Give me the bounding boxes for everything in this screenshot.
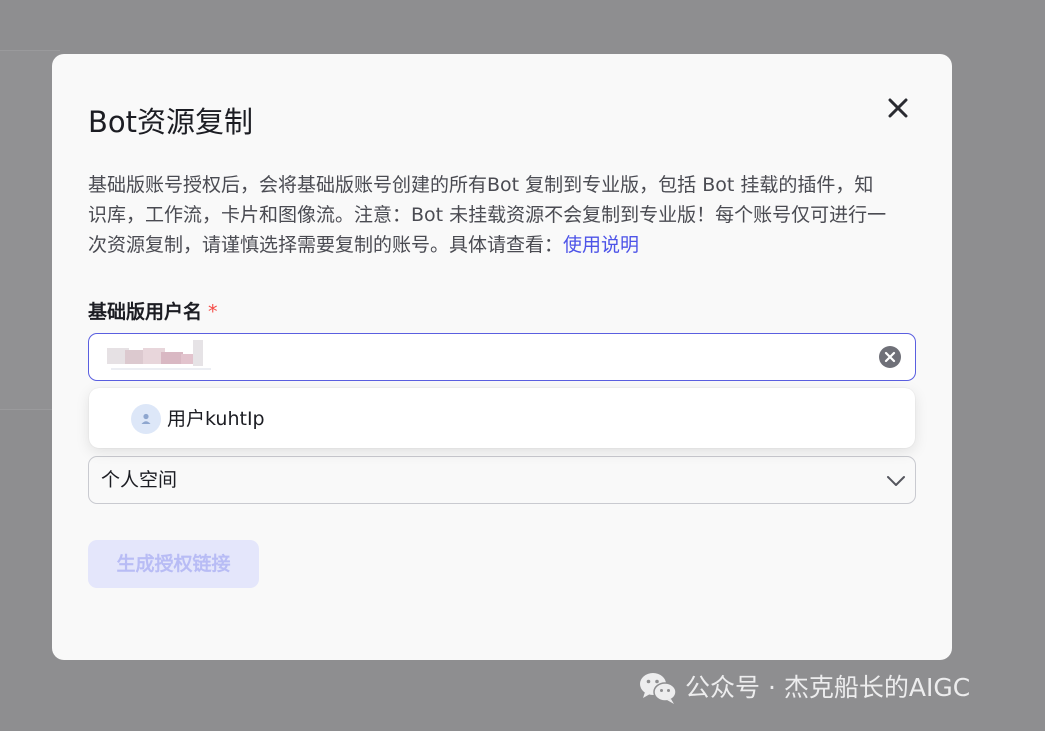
watermark-text: 公众号 · 杰克船长的AIGC (685, 673, 971, 702)
close-button[interactable] (882, 92, 914, 124)
description-text: 基础版账号授权后，会将基础版账号创建的所有Bot 复制到专业版，包括 Bot 挂… (88, 174, 887, 256)
user-avatar-icon (131, 404, 161, 434)
modal-title: Bot资源复制 (88, 105, 254, 139)
clear-circle-icon[interactable] (879, 346, 901, 368)
modal-description: 基础版账号授权后，会将基础版账号创建的所有Bot 复制到专业版，包括 Bot 挂… (88, 170, 888, 260)
space-select[interactable]: 个人空间 (88, 456, 916, 504)
username-input[interactable] (103, 334, 867, 382)
autocomplete-option-label: 用户kuhtIp (167, 408, 265, 430)
wechat-icon (640, 673, 677, 704)
username-input-wrapper (88, 333, 916, 382)
background-page-panel (0, 50, 60, 410)
bot-resource-copy-modal: Bot资源复制 基础版账号授权后，会将基础版账号创建的所有Bot 复制到专业版，… (52, 54, 952, 660)
generate-auth-link-button[interactable]: 生成授权链接 (88, 540, 259, 588)
username-autocomplete-dropdown: 用户kuhtIp (89, 388, 915, 448)
help-link[interactable]: 使用说明 (563, 234, 639, 256)
close-icon (888, 98, 908, 118)
chevron-down-icon (887, 476, 905, 486)
username-label: 基础版用户名 * (88, 298, 218, 326)
required-mark: * (208, 301, 218, 323)
autocomplete-option[interactable]: 用户kuhtIp (89, 388, 915, 448)
username-label-text: 基础版用户名 (88, 301, 203, 323)
space-select-value: 个人空间 (101, 469, 178, 491)
